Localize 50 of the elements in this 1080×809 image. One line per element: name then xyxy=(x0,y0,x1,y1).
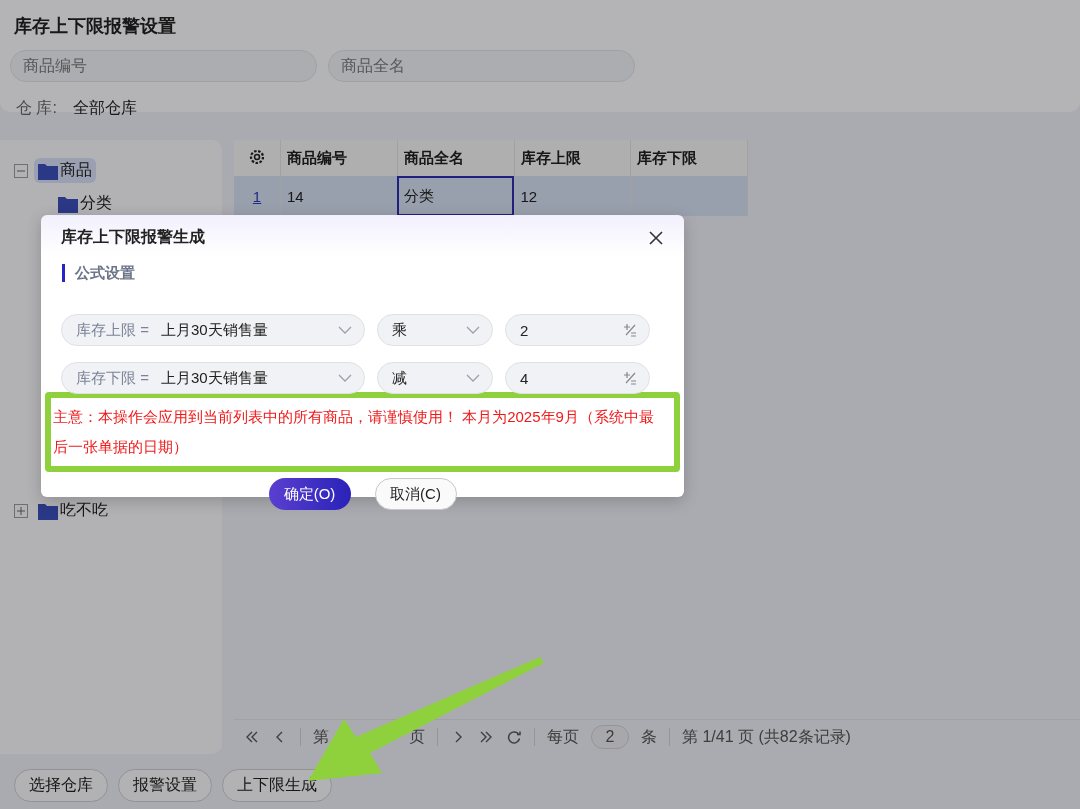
chevron-down-icon xyxy=(466,326,480,334)
dialog-button[interactable]: 取消(C) xyxy=(374,478,457,510)
tree-item[interactable]: 吃不吃 xyxy=(34,498,112,523)
column-header[interactable]: 商品全名 xyxy=(397,140,514,176)
table-cell: 分类 xyxy=(397,176,514,216)
warning-notice: 主意：本操作会应用到当前列表中的所有商品，请谨慎使用！ 本月为2025年9月（系统中最后一张单据的日期） xyxy=(45,392,680,472)
folder-icon xyxy=(38,501,58,520)
column-header[interactable]: 库存下限 xyxy=(630,140,748,176)
per-page-field[interactable]: 2 xyxy=(591,725,629,749)
operator-select[interactable]: 乘 xyxy=(377,314,493,346)
operator-select[interactable]: 减 xyxy=(377,362,493,394)
chevron-down-icon xyxy=(466,374,480,382)
warehouse-label: 仓 库: xyxy=(16,98,57,118)
value-field[interactable]: 2 xyxy=(505,314,650,346)
page-prefix: 第 xyxy=(313,726,329,747)
plus-minus-icon xyxy=(623,323,637,337)
table-cell: 12 xyxy=(514,176,631,216)
source-select[interactable]: 库存上限 = 上月30天销售量 xyxy=(61,314,365,346)
tree-item[interactable]: 商品 xyxy=(34,158,96,183)
per-page-unit: 条 xyxy=(641,726,657,747)
source-select[interactable]: 库存下限 = 上月30天销售量 xyxy=(61,362,365,394)
section-heading: 公式设置 xyxy=(62,264,664,282)
footer-button[interactable]: 报警设置 xyxy=(118,769,212,802)
folder-icon xyxy=(38,161,58,180)
footer-button[interactable]: 选择仓库 xyxy=(14,769,108,802)
settings-icon[interactable] xyxy=(248,147,266,166)
value-field[interactable]: 4 xyxy=(505,362,650,394)
refresh-icon[interactable] xyxy=(506,729,522,745)
first-page-icon[interactable] xyxy=(244,729,260,745)
chevron-down-icon xyxy=(338,374,352,382)
last-page-icon[interactable] xyxy=(478,729,494,745)
table-row[interactable]: 1 14 分类 12 xyxy=(234,176,748,216)
warehouse-value[interactable]: 全部仓库 xyxy=(72,98,137,119)
column-header[interactable]: 商品编号 xyxy=(280,140,398,176)
table-cell: 14 xyxy=(280,176,398,216)
per-page-label: 每页 xyxy=(547,726,579,747)
tree-item[interactable]: 分类 xyxy=(54,191,116,216)
plus-minus-icon xyxy=(623,371,637,385)
dialog-button[interactable]: 确定(O) xyxy=(268,478,351,510)
row-number-link[interactable]: 1 xyxy=(252,187,262,205)
search-field[interactable]: 商品编号 xyxy=(10,50,317,82)
dialog-title: 库存上下限报警生成 xyxy=(61,227,205,247)
column-header[interactable]: 库存上限 xyxy=(514,140,631,176)
close-icon[interactable] xyxy=(648,229,664,246)
folder-icon xyxy=(58,194,78,213)
chevron-down-icon xyxy=(338,326,352,334)
search-field[interactable]: 商品全名 xyxy=(328,50,635,82)
page-summary: 第 1/41 页 (共82条记录) xyxy=(682,726,851,747)
page-title: 库存上下限报警设置 xyxy=(14,15,177,38)
page-suffix: 页 xyxy=(409,726,425,747)
